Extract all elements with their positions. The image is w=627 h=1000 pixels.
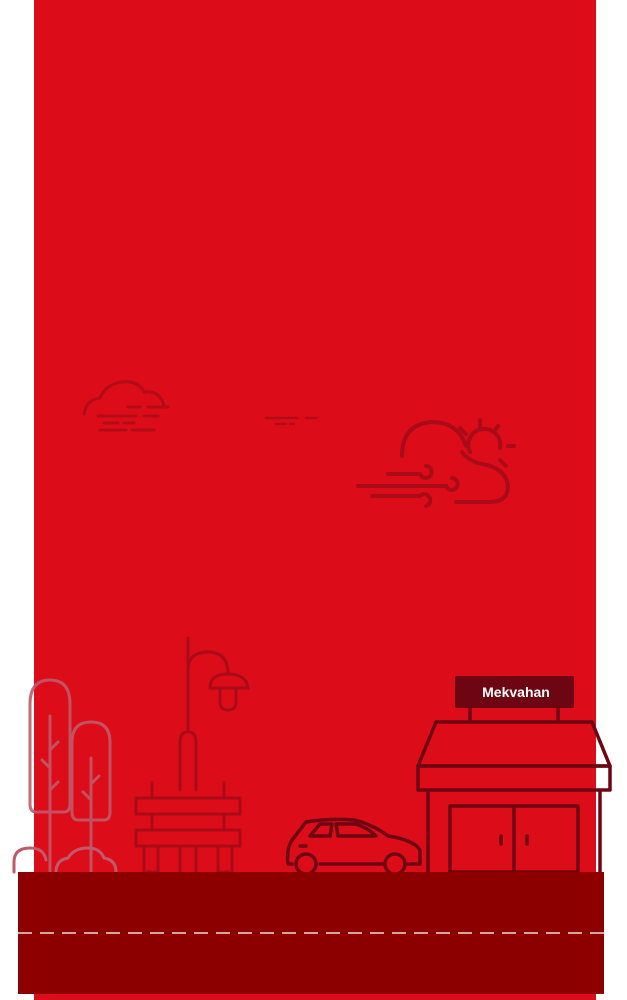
- cloud-icon: [82, 380, 170, 432]
- street-lamp-icon: [178, 636, 250, 792]
- tree-icon: [28, 678, 112, 874]
- haze-lines-icon: [264, 416, 318, 426]
- car-icon: [285, 817, 422, 876]
- store-icon: [416, 708, 612, 874]
- bush-icon: [12, 846, 118, 874]
- store-sign-label: Mekvahan: [482, 684, 550, 700]
- bench-icon: [134, 780, 242, 874]
- cloud-wind-sun-icon: [356, 418, 516, 508]
- road: [18, 872, 604, 994]
- store-sign: Mekvahan: [455, 676, 574, 708]
- city-scene-illustration: Mekvahan: [12, 380, 612, 994]
